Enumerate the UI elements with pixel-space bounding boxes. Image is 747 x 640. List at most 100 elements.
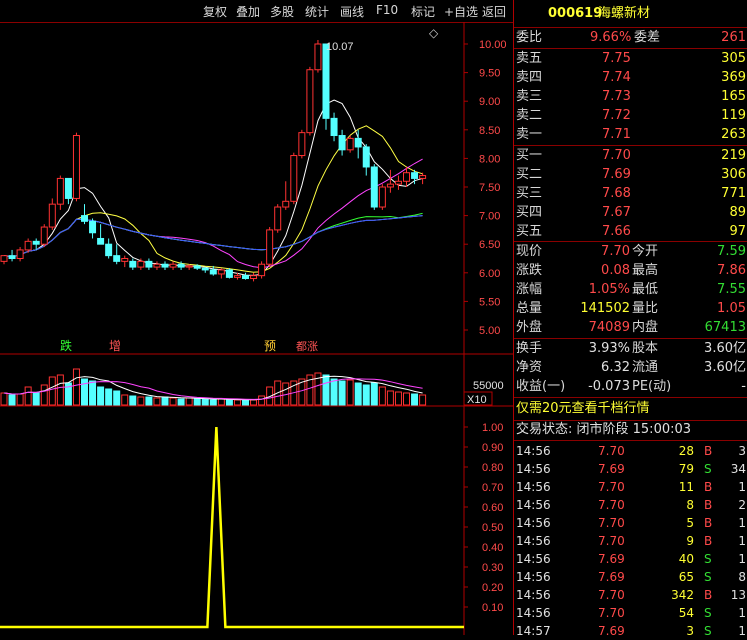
candle bbox=[290, 152, 298, 205]
volume-bar bbox=[24, 386, 32, 406]
volume-bar bbox=[419, 394, 427, 406]
tick-time: 14:56 bbox=[516, 552, 551, 566]
tick-time: 14:56 bbox=[516, 462, 551, 476]
candle bbox=[16, 247, 24, 262]
weicha-label: 委差 bbox=[634, 30, 661, 45]
share-stat-value: 3.93% bbox=[588, 341, 630, 356]
price-tick-label: 7.00 bbox=[479, 211, 500, 223]
chart-toolbar: 复权 叠加 多股 统计 画线 F10 标记 +自选 返回 bbox=[0, 0, 513, 23]
volume-bar bbox=[394, 391, 402, 406]
tick-row: 14:56 7.69 40 S 1 bbox=[514, 550, 747, 568]
tick-time: 14:56 bbox=[516, 480, 551, 494]
buy-level-volume: 771 bbox=[721, 186, 746, 201]
tick-price: 7.69 bbox=[598, 570, 625, 584]
candle bbox=[419, 172, 427, 185]
sell-level-volume: 369 bbox=[721, 70, 746, 85]
tick-side: S bbox=[704, 462, 712, 476]
share-stat-value: 6.32 bbox=[601, 360, 630, 375]
candle bbox=[330, 112, 338, 142]
volume-bar bbox=[161, 396, 169, 406]
candle bbox=[8, 249, 16, 262]
sell-level-label: 卖三 bbox=[516, 89, 543, 104]
tick-count: 1 bbox=[738, 606, 746, 620]
volume-bar bbox=[250, 399, 258, 406]
volume-bar bbox=[48, 376, 56, 406]
tick-time: 14:56 bbox=[516, 534, 551, 548]
buy-level-volume: 89 bbox=[729, 205, 746, 220]
candle bbox=[338, 129, 346, 156]
stat-label: 现价 bbox=[516, 244, 543, 259]
indicator-tick-label: 0.10 bbox=[482, 602, 503, 614]
candle bbox=[298, 129, 306, 159]
candle bbox=[258, 261, 266, 279]
volume-bar bbox=[370, 382, 378, 406]
buy-level-price: 7.70 bbox=[602, 148, 631, 163]
tick-row: 14:56 7.69 79 S 34 bbox=[514, 460, 747, 478]
tick-side: S bbox=[704, 606, 712, 620]
multi-stock-button[interactable]: 多股 bbox=[270, 3, 294, 20]
kline-chart-area[interactable]: 10.00 9.50 9.00 8.50 8.00 7.50 7.00 6.50 6.00 5.5… bbox=[0, 22, 513, 635]
f10-button[interactable]: F10 bbox=[376, 3, 398, 17]
tick-count: 34 bbox=[730, 462, 746, 476]
tick-count: 2 bbox=[738, 498, 746, 512]
tick-side: B bbox=[704, 498, 713, 512]
candle bbox=[40, 224, 48, 248]
buy-level-price: 7.68 bbox=[602, 186, 631, 201]
indicator-line bbox=[0, 426, 464, 629]
tick-price: 7.69 bbox=[598, 552, 625, 566]
volume-bar bbox=[362, 384, 370, 406]
tick-time: 14:56 bbox=[516, 444, 551, 458]
draw-line-button[interactable]: 画线 bbox=[340, 3, 364, 20]
signal-markers: 跌 增 预 都涨 bbox=[60, 338, 318, 353]
candle bbox=[56, 175, 64, 210]
volume-bar bbox=[386, 390, 394, 406]
tick-side: S bbox=[704, 624, 712, 638]
overlay-button[interactable]: 叠加 bbox=[236, 3, 260, 20]
weibi-value: 9.66% bbox=[590, 30, 632, 45]
buy-level-price: 7.69 bbox=[602, 167, 631, 182]
volume-bar bbox=[258, 395, 266, 406]
promo-link[interactable]: 仅需20元查看千档行情 bbox=[516, 400, 650, 418]
tick-count: 13 bbox=[730, 588, 746, 602]
tick-price: 7.70 bbox=[598, 444, 625, 458]
volume-bar bbox=[137, 396, 145, 406]
tick-side: B bbox=[704, 534, 713, 548]
fuquan-button[interactable]: 复权 bbox=[203, 3, 227, 20]
candle bbox=[153, 261, 161, 270]
volume-bar bbox=[177, 398, 185, 406]
price-tick-label: 9.50 bbox=[479, 68, 500, 80]
candle bbox=[394, 175, 402, 190]
tick-volume: 11 bbox=[678, 480, 694, 494]
back-button[interactable]: 返回 bbox=[482, 3, 506, 20]
volume-bar bbox=[201, 398, 209, 406]
volume-bar bbox=[153, 397, 161, 406]
candle bbox=[362, 144, 370, 176]
price-tick-label: 9.00 bbox=[479, 96, 500, 108]
stat-value: 1.05 bbox=[717, 301, 746, 316]
indicator-tick-label: 0.90 bbox=[482, 442, 503, 454]
mark-button[interactable]: 标记 bbox=[411, 3, 435, 20]
stats-button[interactable]: 统计 bbox=[305, 3, 329, 20]
stat-value: 7.86 bbox=[717, 263, 746, 278]
sell-level-label: 卖二 bbox=[516, 108, 543, 123]
tick-count: 1 bbox=[738, 552, 746, 566]
price-tick-label: 5.50 bbox=[479, 296, 500, 308]
volume-bar bbox=[225, 399, 233, 406]
stock-name: 海螺新材 bbox=[598, 6, 651, 21]
buy-level-label: 买五 bbox=[516, 224, 543, 239]
volume-bar bbox=[378, 386, 386, 406]
tick-volume: 9 bbox=[686, 534, 694, 548]
indicator-tick-label: 0.80 bbox=[482, 462, 503, 474]
ma120-line bbox=[3, 215, 423, 258]
stock-code: 000619 bbox=[548, 6, 603, 21]
volume-bar bbox=[322, 374, 330, 406]
add-watchlist-button[interactable]: +自选 bbox=[444, 3, 478, 20]
sell-level-price: 7.74 bbox=[602, 70, 631, 85]
candle bbox=[314, 39, 322, 73]
tick-row: 14:56 7.69 65 S 8 bbox=[514, 568, 747, 586]
indicator-tick-label: 0.40 bbox=[482, 542, 503, 554]
tick-count: 3 bbox=[738, 444, 746, 458]
tick-row: 14:56 7.70 8 B 2 bbox=[514, 496, 747, 514]
price-axis: 10.00 9.50 9.00 8.50 8.00 7.50 7.00 6.50 6.00 5.5… bbox=[464, 39, 507, 337]
tick-volume: 28 bbox=[678, 444, 694, 458]
